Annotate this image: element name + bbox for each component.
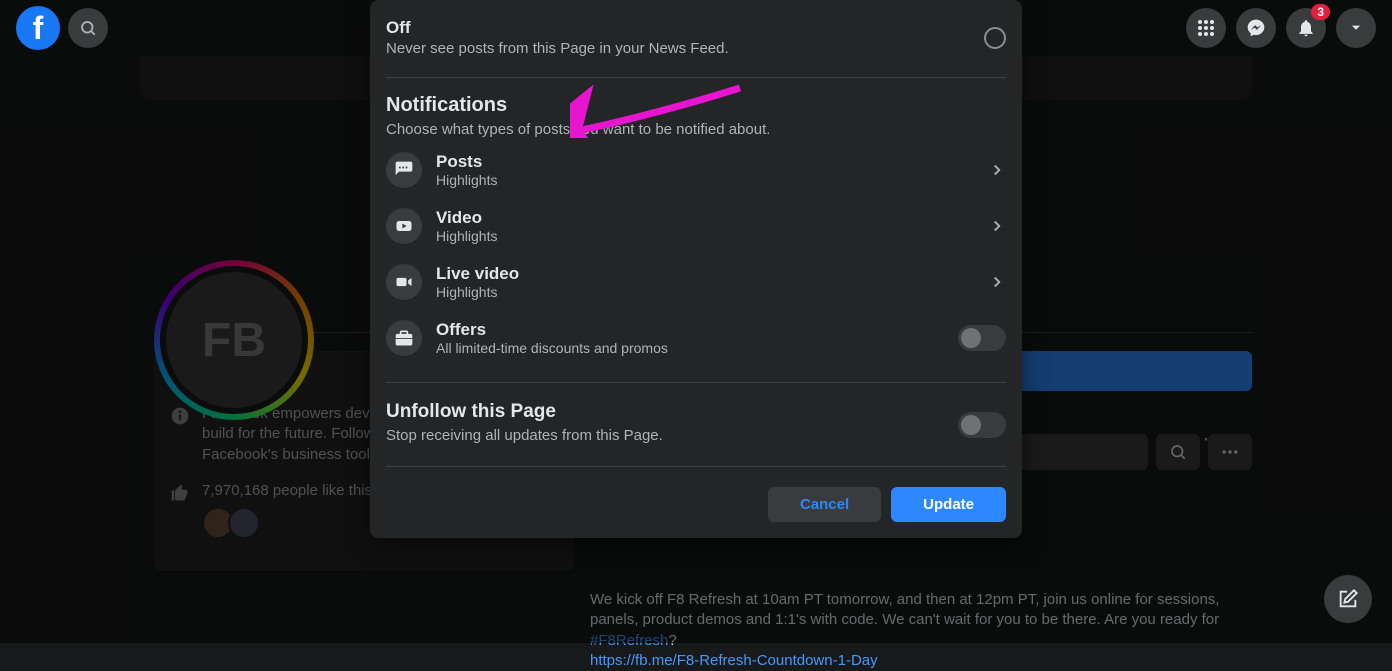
cancel-button[interactable]: Cancel <box>768 487 881 522</box>
facebook-logo[interactable]: f <box>16 6 60 50</box>
messenger-button[interactable] <box>1236 8 1276 48</box>
option-off-title: Off <box>386 18 984 38</box>
posts-icon <box>386 152 422 188</box>
live-video-icon <box>386 264 422 300</box>
option-video[interactable]: Video Highlights <box>386 198 1006 254</box>
option-posts[interactable]: Posts Highlights <box>386 142 1006 198</box>
update-button[interactable]: Update <box>891 487 1006 522</box>
compose-button[interactable] <box>1324 575 1372 623</box>
modal-footer: Cancel Update <box>386 473 1006 522</box>
chevron-right-icon <box>988 217 1006 235</box>
offers-icon <box>386 320 422 356</box>
notifications-heading: Notifications <box>386 94 1006 117</box>
video-icon <box>386 208 422 244</box>
option-offers[interactable]: Offers All limited-time discounts and pr… <box>386 310 1006 366</box>
menu-grid-button[interactable] <box>1186 8 1226 48</box>
option-off-subtitle: Never see posts from this Page in your N… <box>386 40 984 57</box>
unfollow-toggle[interactable] <box>958 412 1006 438</box>
divider <box>386 466 1006 467</box>
search-button[interactable] <box>68 8 108 48</box>
chevron-right-icon <box>988 273 1006 291</box>
unfollow-title: Unfollow this Page <box>386 401 944 423</box>
follow-settings-modal: Off Never see posts from this Page in yo… <box>370 0 1022 538</box>
unfollow-subtitle: Stop receiving all updates from this Pag… <box>386 427 944 444</box>
option-unfollow[interactable]: Unfollow this Page Stop receiving all up… <box>386 389 1006 460</box>
divider <box>386 382 1006 383</box>
option-off-row[interactable]: Off Never see posts from this Page in yo… <box>386 12 1006 71</box>
option-live-video[interactable]: Live video Highlights <box>386 254 1006 310</box>
chevron-right-icon <box>988 161 1006 179</box>
post-link[interactable]: https://fb.me/F8-Refresh-Countdown-1-Day <box>590 652 878 669</box>
divider <box>386 77 1006 78</box>
notifications-badge: 3 <box>1311 4 1330 20</box>
account-menu-button[interactable] <box>1336 8 1376 48</box>
radio-off[interactable] <box>984 27 1006 49</box>
offers-toggle[interactable] <box>958 325 1006 351</box>
notifications-subtitle: Choose what types of posts you want to b… <box>386 121 1006 138</box>
notifications-button[interactable]: 3 <box>1286 8 1326 48</box>
